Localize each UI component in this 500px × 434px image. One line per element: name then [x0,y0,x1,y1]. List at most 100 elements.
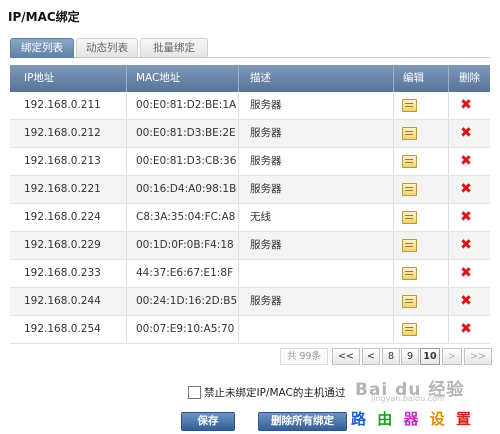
column-divider [238,65,239,92]
column-divider [393,176,394,203]
column-divider [238,176,239,203]
row-ip: 192.168.0.224 [24,211,101,223]
edit-icon[interactable] [402,239,417,252]
edit-icon[interactable] [402,127,417,140]
delete-x-icon[interactable]: ✖ [459,292,473,310]
row-description: 无线 [250,211,271,223]
column-divider [126,232,127,259]
save-button[interactable]: 保存 [181,412,235,431]
delete-x-icon[interactable]: ✖ [459,152,473,170]
table-row: 192.168.0.254 00:07:E9:10:A5:70 ✖ [10,316,490,344]
tab-bar: 绑定列表 动态列表 批量绑定 [10,38,490,58]
block-unbound-checkbox[interactable] [188,386,201,399]
pager-page-9[interactable]: 9 [401,348,419,365]
row-mac: 00:E0:81:D3:BE:2E [136,127,236,139]
delete-x-icon[interactable]: ✖ [459,320,473,338]
row-description: 服务器 [250,127,282,139]
column-divider [126,92,127,119]
pager-total: 共 99条 [280,348,328,365]
site-watermark-char: 由 [377,410,396,428]
column-divider [238,204,239,231]
delete-x-icon[interactable]: ✖ [459,236,473,254]
column-divider [393,148,394,175]
edit-icon[interactable] [402,155,417,168]
row-description: 服务器 [250,183,282,195]
column-divider [448,120,449,147]
table-row: 192.168.0.213 00:E0:81:D3:CB:36 服务器 ✖ [10,148,490,176]
column-divider [393,65,394,92]
pager-first-button[interactable]: << [332,348,360,365]
table-body: 192.168.0.211 00:E0:81:D2:BE:1A 服务器 ✖ 192.16… [10,92,490,344]
edit-icon[interactable] [402,183,417,196]
pager-prev-button[interactable]: < [362,348,380,365]
row-ip: 192.168.0.229 [24,239,101,251]
column-divider [448,176,449,203]
site-watermark-char: 设 [429,410,448,428]
column-divider [238,260,239,287]
column-divider [238,148,239,175]
table-row: 192.168.0.212 00:E0:81:D3:BE:2E 服务器 ✖ [10,120,490,148]
column-divider [448,65,449,92]
block-unbound-label: 禁止未绑定IP/MAC的主机通过 [204,387,346,399]
row-mac: 00:07:E9:10:A5:70 [136,323,235,335]
edit-icon[interactable] [402,267,417,280]
row-mac: 00:E0:81:D3:CB:36 [136,155,237,167]
column-divider [238,316,239,343]
site-watermark-char: 器 [403,410,422,428]
site-watermark-char: 路 [351,410,370,428]
column-divider [393,260,394,287]
column-divider [448,148,449,175]
column-divider [448,260,449,287]
column-divider [448,288,449,315]
column-divider [393,120,394,147]
delete-all-bindings-button[interactable]: 删除所有绑定 [258,412,347,431]
row-ip: 192.168.0.211 [24,99,101,111]
pager-page-10[interactable]: 10 [420,348,440,365]
table-row: 192.168.0.221 00:16:D4:A0:98:1B 服务器 ✖ [10,176,490,204]
tab-binding-list[interactable]: 绑定列表 [10,38,74,58]
row-mac: 00:E0:81:D2:BE:1A [136,99,237,111]
row-ip: 192.168.0.221 [24,183,101,195]
delete-x-icon[interactable]: ✖ [459,124,473,142]
column-divider [393,232,394,259]
header-ip: IP地址 [24,72,55,84]
delete-x-icon[interactable]: ✖ [459,180,473,198]
row-ip: 192.168.0.244 [24,295,101,307]
tab-dynamic-list[interactable]: 动态列表 [76,38,138,57]
column-divider [393,92,394,119]
edit-icon[interactable] [402,99,417,112]
table-row: 192.168.0.229 00:1D:0F:0B:F4:18 服务器 ✖ [10,232,490,260]
column-divider [126,204,127,231]
table-row: 192.168.0.244 00:24:1D:16:2D:B5 服务器 ✖ [10,288,490,316]
site-watermark-char: 置 [456,410,475,428]
delete-x-icon[interactable]: ✖ [459,96,473,114]
delete-x-icon[interactable]: ✖ [459,208,473,226]
edit-icon[interactable] [402,323,417,336]
pager-next-button[interactable]: > [442,348,462,365]
column-divider [126,65,127,92]
row-mac: C8:3A:35:04:FC:A8 [136,211,236,223]
column-divider [448,204,449,231]
tab-batch-binding[interactable]: 批量绑定 [140,38,208,57]
delete-x-icon[interactable]: ✖ [459,264,473,282]
header-desc: 描述 [250,72,271,84]
edit-icon[interactable] [402,295,417,308]
table-row: 192.168.0.233 44:37:E6:67:E1:8F ✖ [10,260,490,288]
site-watermark: 路 由 器 设 置 [351,408,474,429]
pager-page-8[interactable]: 8 [382,348,400,365]
row-ip: 192.168.0.254 [24,323,101,335]
pager-last-button[interactable]: >> [464,348,492,365]
column-divider [126,148,127,175]
table-row: 192.168.0.224 C8:3A:35:04:FC:A8 无线 ✖ [10,204,490,232]
row-ip: 192.168.0.212 [24,127,101,139]
column-divider [126,260,127,287]
column-divider [448,316,449,343]
row-description: 服务器 [250,295,282,307]
table-row: 192.168.0.211 00:E0:81:D2:BE:1A 服务器 ✖ [10,92,490,120]
watermark-url: jingyan.baidu.com [371,394,445,403]
row-mac: 44:37:E6:67:E1:8F [136,267,234,279]
edit-icon[interactable] [402,211,417,224]
column-divider [126,176,127,203]
column-divider [238,120,239,147]
column-divider [393,288,394,315]
